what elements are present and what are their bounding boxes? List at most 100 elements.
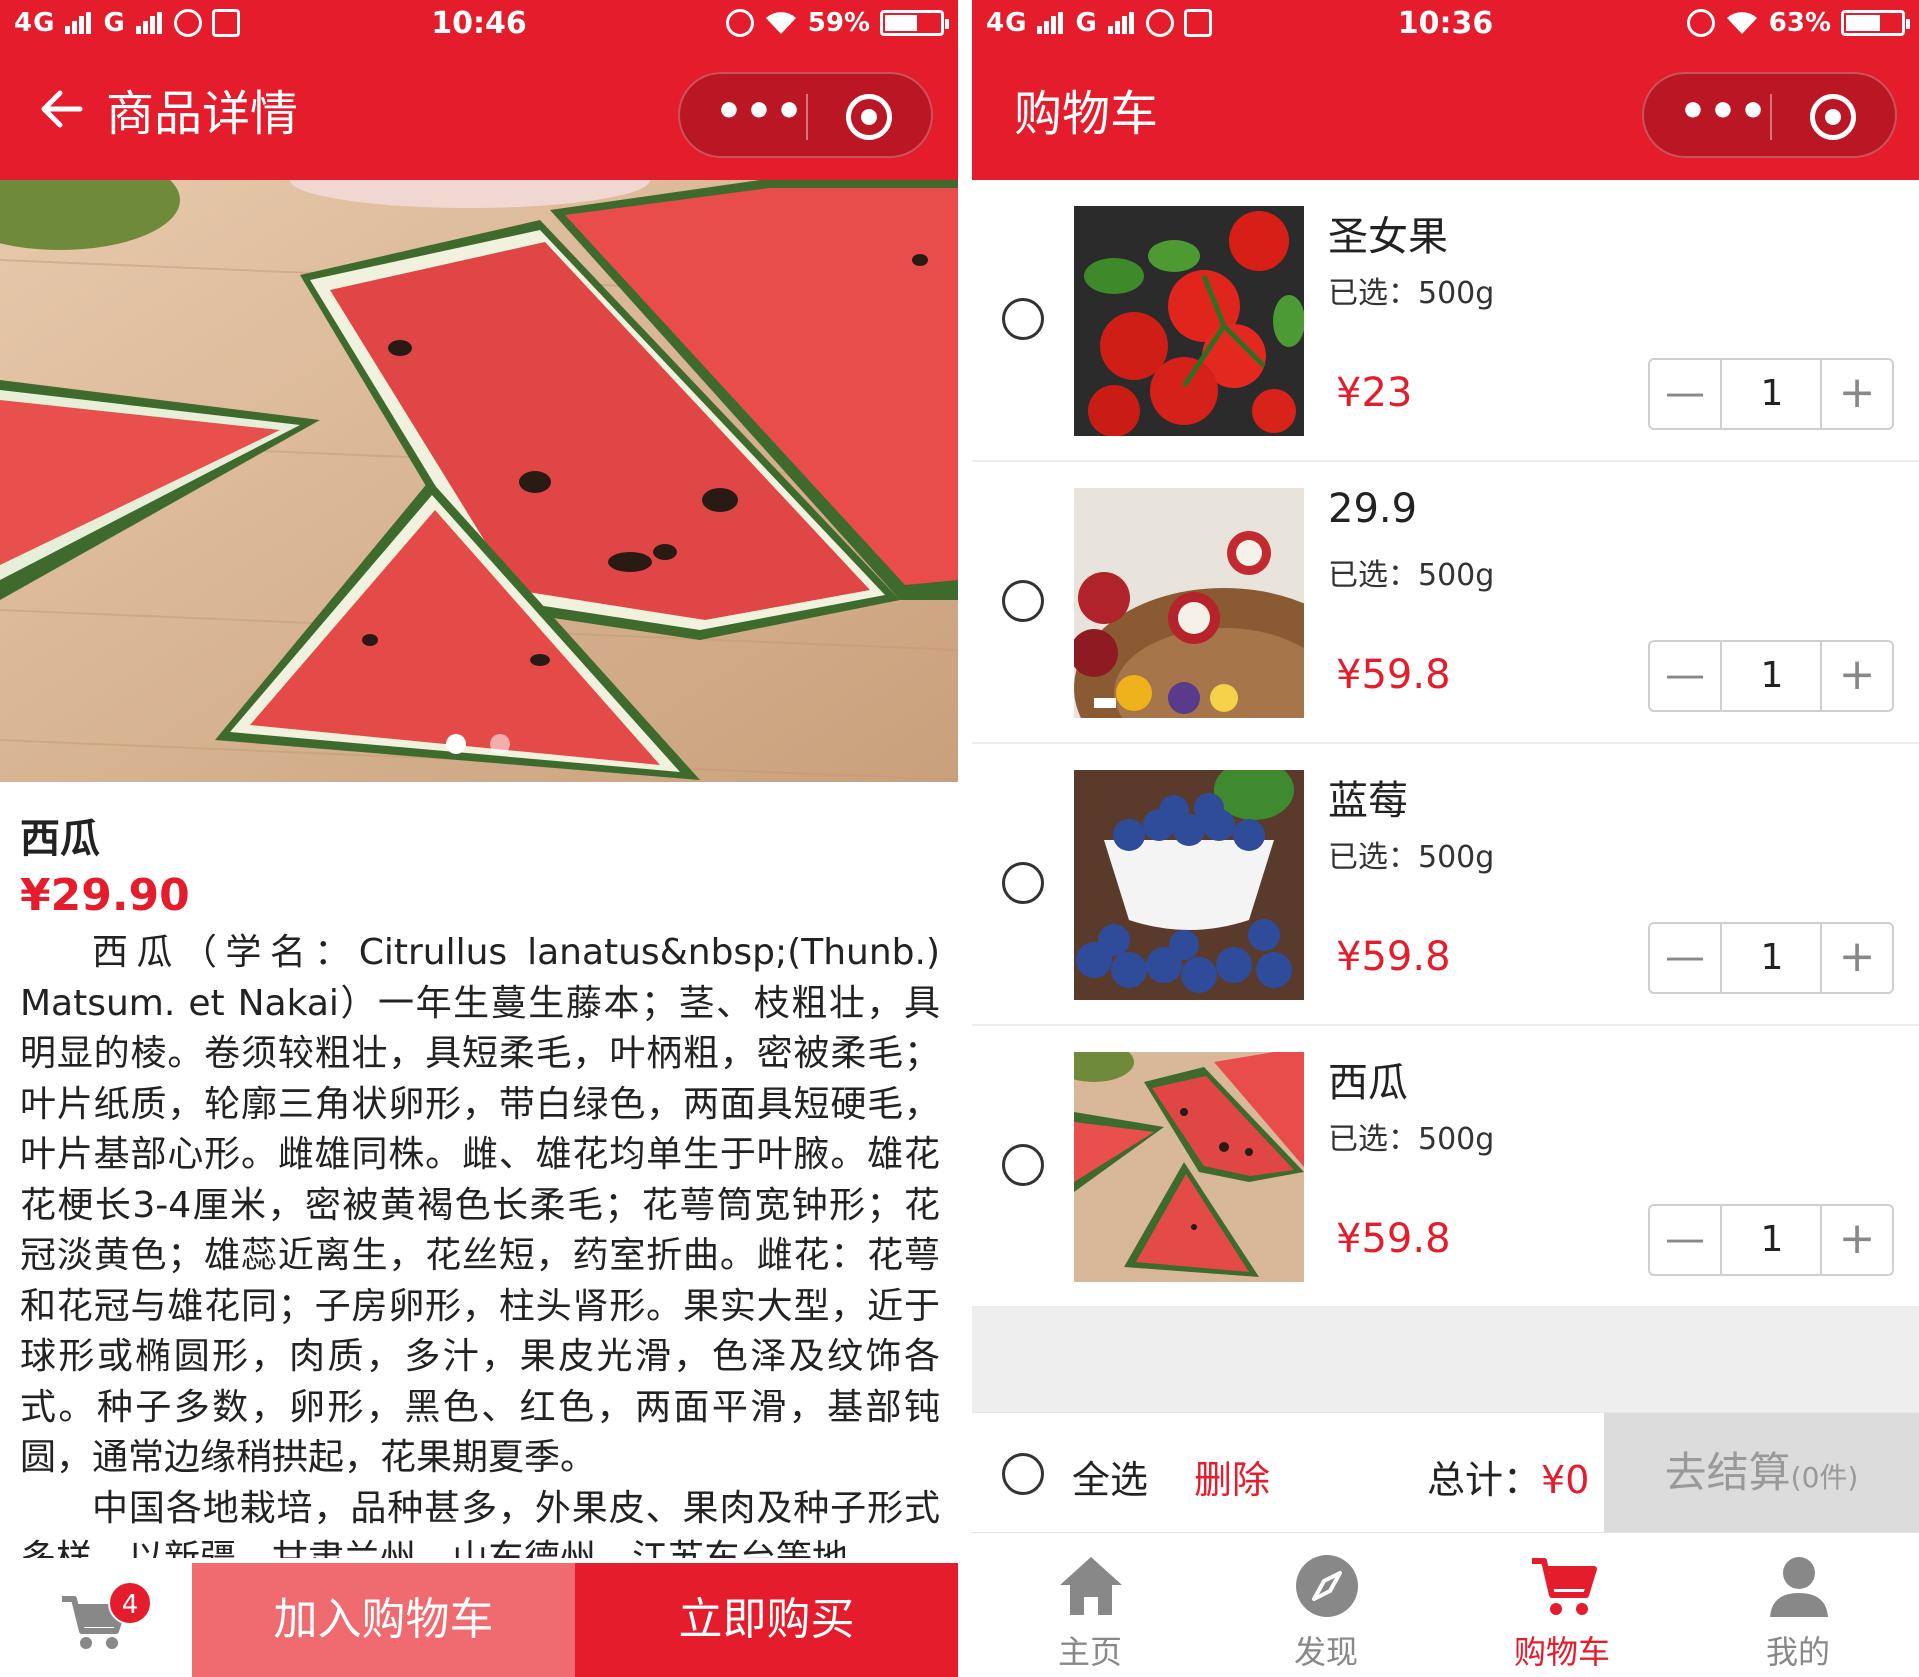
- battery-fill: [885, 15, 917, 31]
- cart-item: 蓝莓 已选：500g ¥59.8 — 1 +: [972, 744, 1919, 1026]
- delete-button[interactable]: 删除: [1194, 1449, 1270, 1504]
- decrease-button[interactable]: —: [1650, 642, 1722, 710]
- watermelon-slices-photo: [0, 180, 958, 782]
- cart-count-badge: 4: [108, 1581, 152, 1625]
- tab-discover[interactable]: 发现: [1208, 1533, 1444, 1677]
- cart-button[interactable]: 4: [0, 1563, 192, 1677]
- quantity-stepper: — 1 +: [1648, 1204, 1894, 1276]
- item-select-radio[interactable]: [1002, 1144, 1044, 1186]
- capsule-divider: [806, 94, 808, 140]
- total-amount: 总计：¥0: [1427, 1449, 1589, 1504]
- tab-profile[interactable]: 我的: [1680, 1533, 1916, 1677]
- add-to-cart-button[interactable]: 加入购物车: [192, 1563, 575, 1677]
- item-spec: 已选：500g: [1328, 558, 1495, 593]
- description-paragraph-2: 中国各地栽培，品种甚多，外果皮、果肉及种子形式多样，以新疆、甘肃兰州、山东德州、…: [20, 1487, 940, 1559]
- increase-button[interactable]: +: [1820, 642, 1892, 710]
- status-right: 59%: [725, 8, 949, 38]
- page-title: 商品详情: [106, 86, 299, 142]
- screen-divider: [958, 0, 972, 1677]
- bottom-tab-bar: 主页 发现 购物车 我的: [972, 1532, 1919, 1677]
- user-icon: [1770, 1557, 1828, 1617]
- item-price: ¥59.8: [1336, 652, 1451, 698]
- battery-percent: 63%: [1768, 8, 1831, 38]
- wifi-icon: [1726, 12, 1757, 34]
- item-select-radio[interactable]: [1002, 298, 1044, 340]
- mini-program-capsule: •••: [678, 72, 933, 158]
- product-price: ¥29.90: [20, 870, 190, 921]
- more-dots-icon[interactable]: •••: [1674, 90, 1774, 134]
- alarm-icon: [725, 9, 754, 37]
- product-detail-screen: 4G G 10:46 59% 商品详情 ••• 西瓜 ¥29.90 西瓜（学名：…: [0, 0, 958, 1677]
- status-bar: 4G G 10:46 59%: [0, 0, 958, 50]
- tab-home[interactable]: 主页: [972, 1533, 1208, 1677]
- checkout-button[interactable]: 去结算(0件): [1604, 1413, 1919, 1533]
- battery-percent: 59%: [807, 8, 870, 38]
- compass-icon: [1296, 1555, 1358, 1617]
- purchase-bar: 4 加入购物车 立即购买: [0, 1563, 958, 1677]
- list-empty-area: [972, 1308, 1919, 1412]
- checkout-label: 去结算: [1664, 1448, 1791, 1497]
- item-name: 圣女果: [1328, 214, 1448, 260]
- total-value: ¥0: [1541, 1458, 1590, 1502]
- battery-icon: [880, 10, 949, 36]
- blueberries-photo: [1074, 770, 1304, 1000]
- more-dots-icon[interactable]: •••: [710, 90, 810, 134]
- rambutan-photo: [1074, 488, 1304, 718]
- increase-button[interactable]: +: [1820, 924, 1892, 992]
- quantity-stepper: — 1 +: [1648, 358, 1894, 430]
- target-icon[interactable]: [1810, 94, 1856, 140]
- shopping-cart-screen: 4G G 10:36 63% 购物车 ••• 圣女果 已选：500g ¥23 —…: [972, 0, 1919, 1677]
- item-select-radio[interactable]: [1002, 580, 1044, 622]
- select-all-label[interactable]: 全选: [1072, 1449, 1148, 1504]
- quantity-value[interactable]: 1: [1722, 360, 1822, 428]
- decrease-button[interactable]: —: [1650, 360, 1722, 428]
- product-thumbnail[interactable]: [1074, 770, 1304, 1000]
- battery-icon: [1841, 10, 1910, 36]
- buy-now-button[interactable]: 立即购买: [575, 1563, 958, 1677]
- total-label: 总计：: [1427, 1458, 1542, 1502]
- alarm-icon: [1686, 9, 1715, 37]
- product-image-carousel[interactable]: [0, 180, 958, 782]
- carousel-dot-2[interactable]: [490, 734, 510, 754]
- product-thumbnail[interactable]: [1074, 206, 1304, 436]
- page-title: 购物车: [1014, 86, 1159, 142]
- quantity-value[interactable]: 1: [1722, 642, 1822, 710]
- wifi-icon: [765, 12, 796, 34]
- cart-summary-bar: 全选 删除 总计：¥0 去结算(0件): [972, 1412, 1919, 1533]
- quantity-value[interactable]: 1: [1722, 924, 1822, 992]
- watermelon-photo: [1074, 1052, 1304, 1282]
- mini-program-capsule: •••: [1642, 72, 1897, 158]
- quantity-value[interactable]: 1: [1722, 1206, 1822, 1274]
- increase-button[interactable]: +: [1820, 1206, 1892, 1274]
- increase-button[interactable]: +: [1820, 360, 1892, 428]
- decrease-button[interactable]: —: [1650, 1206, 1722, 1274]
- product-thumbnail[interactable]: [1074, 488, 1304, 718]
- battery-fill: [1846, 15, 1880, 31]
- item-select-radio[interactable]: [1002, 862, 1044, 904]
- item-name: 29.9: [1328, 486, 1418, 532]
- cart-icon: [1532, 1558, 1597, 1615]
- decrease-button[interactable]: —: [1650, 924, 1722, 992]
- item-spec: 已选：500g: [1328, 276, 1495, 311]
- cart-item: 圣女果 已选：500g ¥23 — 1 +: [972, 180, 1919, 462]
- home-icon: [1060, 1557, 1122, 1615]
- target-icon[interactable]: [846, 94, 892, 140]
- checkout-count: (0件): [1790, 1461, 1859, 1494]
- product-thumbnail[interactable]: [1074, 1052, 1304, 1282]
- nav-bar: 购物车 •••: [972, 50, 1919, 180]
- tab-cart[interactable]: 购物车: [1444, 1533, 1680, 1677]
- item-name: 西瓜: [1328, 1060, 1408, 1106]
- cart-item: 29.9 已选：500g ¥59.8 — 1 +: [972, 462, 1919, 744]
- select-all-radio[interactable]: [1002, 1453, 1044, 1495]
- quantity-stepper: — 1 +: [1648, 640, 1894, 712]
- product-description: 西瓜（学名：Citrullus lanatus&nbsp;(Thunb.) Ma…: [20, 928, 940, 1558]
- quantity-stepper: — 1 +: [1648, 922, 1894, 994]
- item-spec: 已选：500g: [1328, 1122, 1495, 1157]
- arrow-left-icon[interactable]: [40, 86, 84, 140]
- item-name: 蓝莓: [1328, 778, 1408, 824]
- product-name: 西瓜: [20, 816, 100, 862]
- item-price: ¥59.8: [1336, 1216, 1451, 1262]
- tab-label: 主页: [1057, 1633, 1122, 1671]
- carousel-dot-1[interactable]: [446, 734, 466, 754]
- cherry-tomatoes-photo: [1074, 206, 1304, 436]
